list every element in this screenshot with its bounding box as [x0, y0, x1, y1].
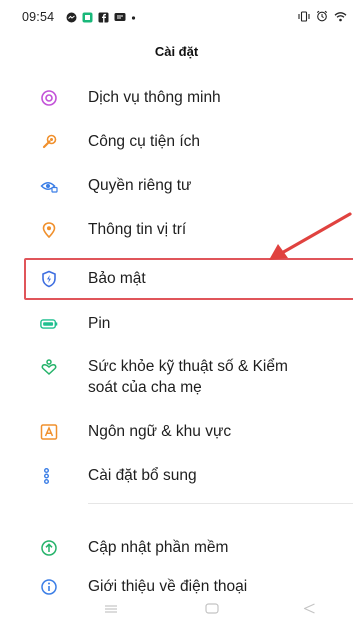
settings-item-privacy[interactable]: Quyền riêng tư — [0, 164, 353, 208]
section-divider — [88, 503, 353, 504]
facebook-icon — [98, 10, 109, 28]
additional-settings-icon — [40, 467, 58, 485]
settings-item-label: Cập nhật phần mềm — [88, 539, 229, 556]
settings-item-additional-settings[interactable]: Cài đặt bổ sung — [0, 454, 353, 498]
wifi-icon — [334, 9, 347, 27]
settings-item-label: Công cụ tiện ích — [88, 133, 201, 150]
status-bar: 09:54 — [0, 0, 353, 34]
settings-item-battery[interactable]: Pin — [0, 302, 353, 346]
chat-app-icon — [82, 10, 93, 28]
settings-item-language[interactable]: Ngôn ngữ & khu vực — [0, 410, 353, 454]
settings-item-digital-wellbeing[interactable]: Sức khỏe kỹ thuật số & Kiểm soát của cha… — [0, 346, 353, 404]
settings-item-label-line2: soát của cha mẹ — [88, 379, 202, 396]
settings-item-label: Quyền riêng tư — [88, 177, 192, 194]
annotation-arrow — [269, 212, 352, 260]
battery-icon — [40, 315, 58, 333]
menu-nav-icon[interactable] — [104, 601, 118, 619]
status-right-icons — [298, 9, 347, 27]
privacy-icon — [40, 177, 58, 195]
settings-item-label: Dịch vụ thông minh — [88, 89, 221, 106]
vibrate-icon — [298, 9, 310, 27]
settings-item-label: Sức khỏe kỹ thuật số & Kiểm — [88, 358, 288, 375]
location-icon — [40, 221, 58, 239]
utility-tools-icon — [40, 133, 58, 151]
notification-icons — [66, 10, 136, 28]
digital-wellbeing-icon — [40, 358, 58, 376]
messenger-icon — [66, 10, 77, 28]
status-time: 09:54 — [22, 10, 55, 24]
smart-services-icon — [40, 89, 58, 107]
settings-item-utility-tools[interactable]: Công cụ tiện ích — [0, 120, 353, 164]
navigation-bar — [0, 594, 353, 622]
settings-item-label: Ngôn ngữ & khu vực — [88, 423, 232, 440]
highlight-box — [24, 258, 353, 300]
message-icon — [114, 10, 126, 28]
page-title: Cài đặt — [154, 44, 199, 59]
settings-item-software-update[interactable]: Cập nhật phần mềm — [0, 526, 353, 570]
settings-item-label: Cài đặt bổ sung — [88, 467, 197, 484]
language-icon — [40, 423, 58, 441]
home-nav-icon[interactable] — [205, 601, 219, 619]
back-nav-icon[interactable] — [303, 601, 316, 619]
more-notifications-dot — [131, 10, 136, 28]
alarm-icon — [316, 9, 328, 27]
software-update-icon — [40, 539, 58, 557]
settings-item-label: Pin — [88, 315, 111, 332]
settings-item-smart-services[interactable]: Dịch vụ thông minh — [0, 76, 353, 120]
settings-item-label: Thông tin vị trí — [88, 221, 187, 238]
